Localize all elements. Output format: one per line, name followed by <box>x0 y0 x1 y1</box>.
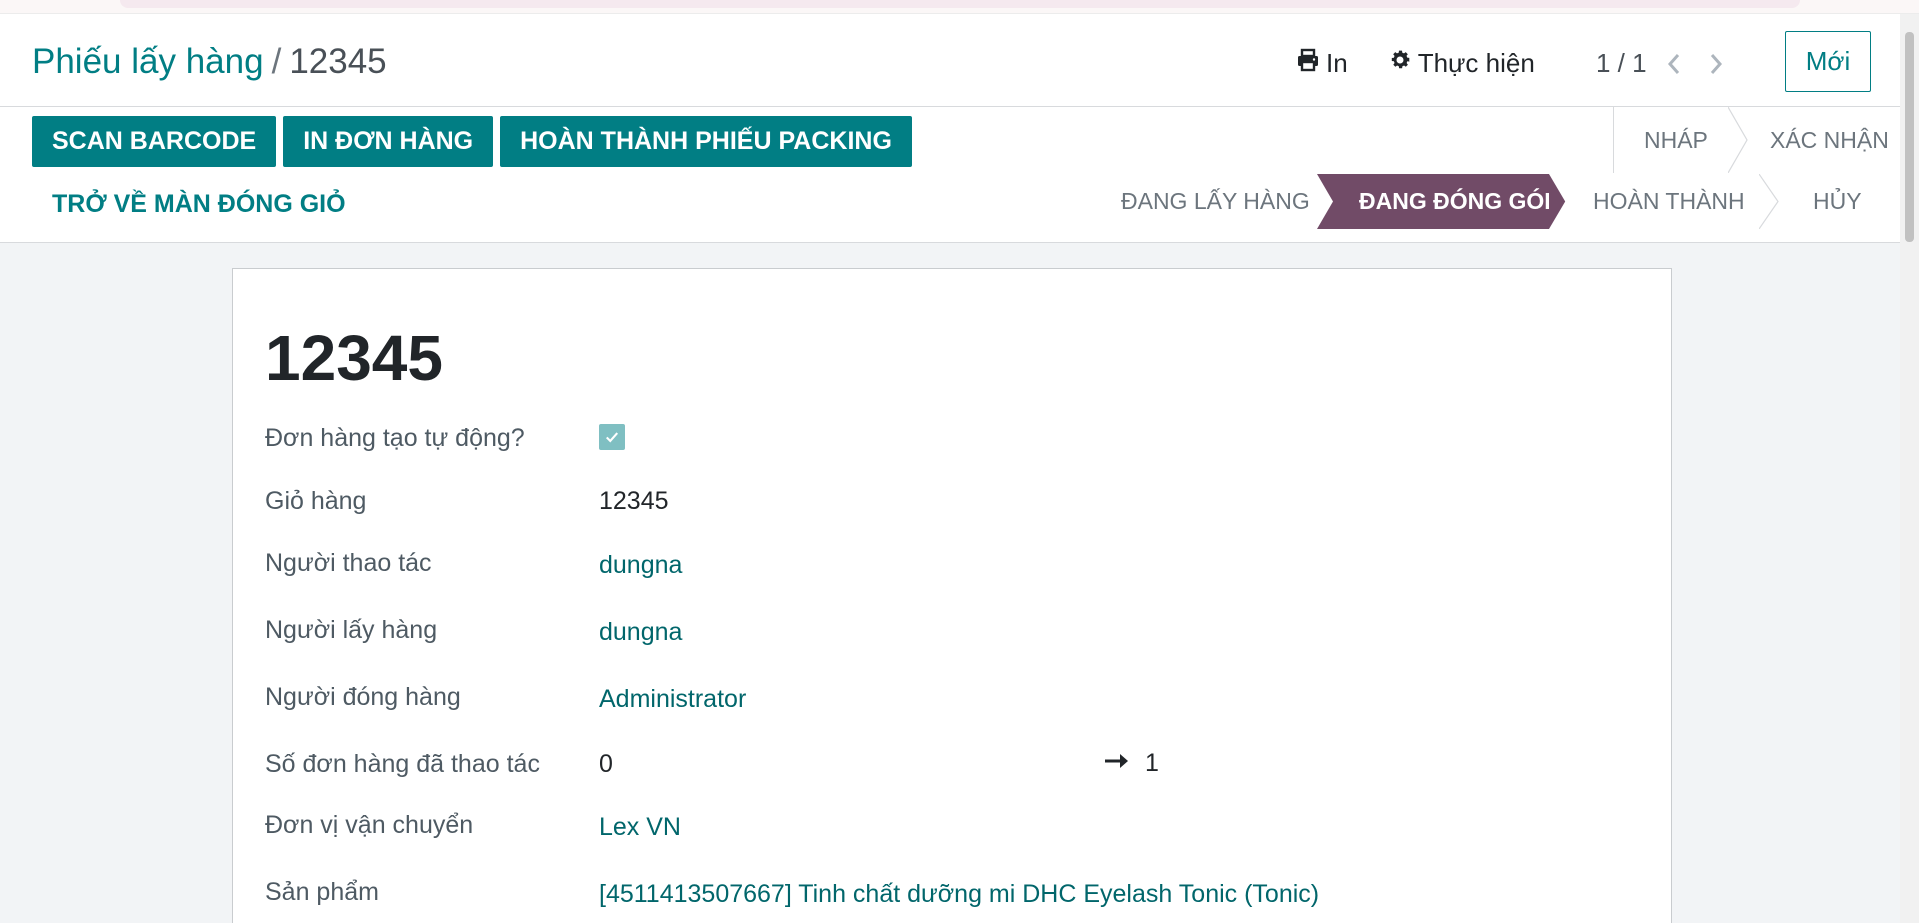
pager-value[interactable]: 1 / 1 <box>1596 48 1647 79</box>
scrollbar-thumb[interactable] <box>1905 32 1914 242</box>
action-menu-button[interactable]: Thực hiện <box>1388 48 1535 79</box>
processed-orders-value: 0 <box>599 750 613 778</box>
chevron-notch-icon <box>1317 174 1333 229</box>
action-menu-label: Thực hiện <box>1417 48 1535 78</box>
packer-value[interactable]: Administrator <box>599 685 746 714</box>
status-picking[interactable]: ĐANG LẤY HÀNG <box>1095 174 1323 229</box>
product-value[interactable]: [4511413507667] Tinh chất dưỡng mi DHC E… <box>599 880 1319 909</box>
breadcrumb: Phiếu lấy hàng/12345 <box>32 42 387 82</box>
status-done[interactable]: HOÀN THÀNH <box>1549 174 1779 229</box>
status-draft-label: NHÁP <box>1644 126 1708 153</box>
packer-label: Người đóng hàng <box>265 683 461 711</box>
status-confirmed[interactable]: XÁC NHẬN <box>1738 107 1902 173</box>
carrier-value[interactable]: Lex VN <box>599 813 681 842</box>
breadcrumb-separator: / <box>271 42 282 81</box>
browser-tab-strip <box>120 0 1800 8</box>
status-packing-label: ĐANG ĐÓNG GÓI <box>1359 188 1551 214</box>
status-done-label: HOÀN THÀNH <box>1593 188 1745 214</box>
header-button-row: SCAN BARCODE IN ĐƠN HÀNG HOÀN THÀNH PHIẾ… <box>32 116 912 167</box>
cart-value: 12345 <box>599 487 669 515</box>
print-button[interactable]: In <box>1296 48 1348 79</box>
print-orders-button[interactable]: IN ĐƠN HÀNG <box>283 116 494 167</box>
control-panel: Phiếu lấy hàng/12345 In Thực hiện 1 / 1 … <box>0 14 1900 243</box>
pager: 1 / 1 <box>1596 48 1731 79</box>
chevron-left-icon[interactable] <box>1667 49 1689 79</box>
print-icon <box>1296 48 1320 79</box>
picker-value[interactable]: dungna <box>599 618 682 647</box>
operator-label: Người thao tác <box>265 549 432 577</box>
status-confirmed-label: XÁC NHẬN <box>1770 126 1889 153</box>
status-cancel[interactable]: HỦY <box>1769 174 1879 229</box>
status-bar-top: NHÁP XÁC NHẬN <box>1613 107 1902 173</box>
browser-top-strip <box>0 0 1919 14</box>
back-to-cart-button[interactable]: TRỞ VỀ MÀN ĐÓNG GIỎ <box>52 190 346 219</box>
checkmark-icon <box>606 432 619 443</box>
processed-orders-label: Số đơn hàng đã thao tác <box>265 750 540 778</box>
status-bar-bottom: ĐANG LẤY HÀNG ĐANG ĐÓNG GÓI HOÀN THÀNH H… <box>1095 174 1879 229</box>
gear-icon <box>1388 48 1412 79</box>
operator-value[interactable]: dungna <box>599 551 682 580</box>
breadcrumb-parent-link[interactable]: Phiếu lấy hàng <box>32 42 264 81</box>
picker-label: Người lấy hàng <box>265 616 438 644</box>
complete-packing-button[interactable]: HOÀN THÀNH PHIẾU PACKING <box>500 116 912 167</box>
auto-order-label: Đơn hàng tạo tự động? <box>265 424 525 452</box>
form-sheet: 12345 Đơn hàng tạo tự động? Giỏ hàng 123… <box>232 268 1672 923</box>
cart-label: Giỏ hàng <box>265 487 367 515</box>
chevron-right-icon[interactable] <box>1709 49 1731 79</box>
product-label: Sản phẩm <box>265 878 379 906</box>
page-scrollbar[interactable] <box>1900 14 1919 923</box>
scan-barcode-button[interactable]: SCAN BARCODE <box>32 116 277 167</box>
control-panel-actions: In Thực hiện <box>1296 48 1535 79</box>
processed-orders-target-value: 1 <box>1145 749 1159 777</box>
arrow-right-icon <box>1103 749 1131 778</box>
status-packing[interactable]: ĐANG ĐÓNG GÓI <box>1317 174 1566 229</box>
auto-order-checkbox[interactable] <box>599 424 625 450</box>
breadcrumb-current: 12345 <box>289 42 387 81</box>
status-picking-label: ĐANG LẤY HÀNG <box>1121 188 1310 214</box>
record-title: 12345 <box>265 322 443 394</box>
print-label: In <box>1326 48 1348 78</box>
status-cancel-label: HỦY <box>1813 188 1862 214</box>
carrier-label: Đơn vị vận chuyển <box>265 811 474 839</box>
new-record-button[interactable]: Mới <box>1785 31 1871 92</box>
status-draft[interactable]: NHÁP <box>1614 107 1748 173</box>
processed-orders-target: 1 <box>1103 749 1159 778</box>
